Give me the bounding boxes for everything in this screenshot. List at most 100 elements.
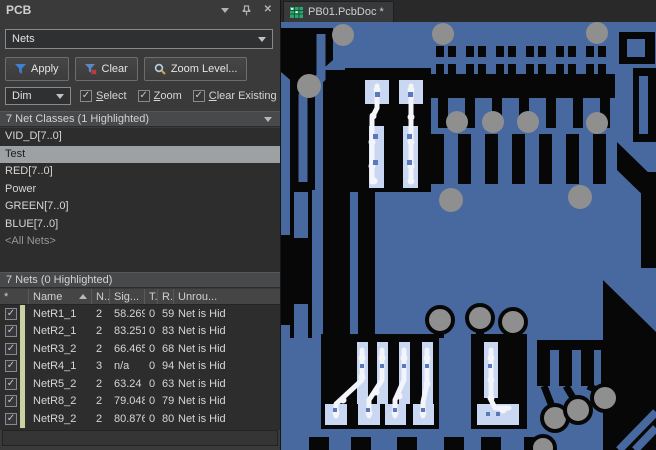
net-class-item-selected[interactable]: Test [0,145,280,163]
clear-button[interactable]: Clear [74,57,138,81]
net-t-value: 0 [149,360,156,373]
clear-existing-checkbox[interactable] [192,90,205,102]
net-class-item[interactable]: BLUE[7..0] [0,216,280,234]
net-color-stripe [20,392,25,410]
panel-title: PCB [6,3,32,17]
net-unrouted-status: Net is Hid [178,412,226,425]
net-signal-length: 66.465 [114,342,145,355]
net-signal-length: 63.24 [114,377,142,390]
column-header-nodes[interactable]: N.. [92,289,110,304]
net-nodes: 2 [96,377,103,390]
zoom-checkbox[interactable] [137,90,150,102]
net-name: NetR8_2 [33,395,77,408]
zoom-level-button[interactable]: Zoom Level... [143,57,248,81]
column-header-t[interactable]: T... [145,289,158,304]
panel-menu-icon[interactable] [220,7,229,13]
panel-view-select-value: Nets [12,33,35,45]
panel-toolbar: Apply Clear Zoom Level... [5,57,248,81]
table-row[interactable]: NetR2_1 2 83.251 0 83. Net is Hid [0,322,280,340]
altium-pcb-workspace: PCB ✕ Nets Apply Clear Zoom Level... Dim… [0,0,656,450]
pcb-canvas[interactable] [281,22,656,450]
column-header-unrouted[interactable]: Unrou... [174,289,280,304]
net-t-value: 0 [149,307,156,320]
net-routed-length: 59 [162,307,174,320]
apply-filter-icon [15,64,26,74]
net-routed-length: 63. [162,377,174,390]
column-header-signal[interactable]: Sig... [110,289,145,304]
net-routed-length: 80. [162,412,174,425]
net-name: NetR9_2 [33,412,77,425]
net-unrouted-status: Net is Hid [178,395,226,408]
column-header-star[interactable]: * [0,289,29,304]
column-header-name[interactable]: Name [29,289,92,304]
net-name: NetR4_1 [33,360,77,373]
options-row: Select Zoom Clear Existing [80,88,280,104]
net-t-value: 0 [149,342,156,355]
net-visible-checkbox[interactable] [5,377,17,390]
net-signal-length: n/a [114,360,130,373]
nets-table-body: NetR1_1 2 58.269 0 59 Net is Hid NetR2_1… [0,305,280,430]
net-visible-checkbox[interactable] [5,342,17,355]
pin-icon[interactable] [242,4,251,16]
net-nodes: 3 [96,360,103,373]
apply-button[interactable]: Apply [5,57,69,81]
chevron-down-icon [264,116,272,122]
net-unrouted-status: Net is Hid [178,307,226,320]
net-visible-checkbox[interactable] [5,360,17,373]
net-visible-checkbox[interactable] [5,395,17,408]
zoom-checkbox-label: Zoom [153,90,182,102]
net-name: NetR1_1 [33,307,77,320]
net-color-stripe [20,305,25,323]
dim-mode-value: Dim [12,90,32,102]
nets-table-header: * Name N.. Sig... T... R... Unrou... [0,289,280,305]
document-tab[interactable]: PB01.PcbDoc * [283,1,394,22]
close-icon[interactable]: ✕ [264,5,272,15]
net-signal-length: 83.251 [114,325,145,338]
select-checkbox-group: Select [80,90,127,102]
select-checkbox[interactable] [80,90,92,102]
net-nodes: 2 [96,342,103,355]
net-unrouted-status: Net is Hid [178,377,226,390]
pcb-panel: PCB ✕ Nets Apply Clear Zoom Level... Dim… [0,0,281,450]
net-signal-length: 79.048 [114,395,145,408]
net-class-item[interactable]: Power [0,181,280,199]
table-row[interactable]: NetR9_2 2 80.876 0 80. Net is Hid [0,410,280,428]
pcb-document-icon [290,6,303,18]
net-color-stripe [20,410,25,428]
net-visible-checkbox[interactable] [5,412,17,425]
document-tab-label: PB01.PcbDoc * [308,6,384,18]
chevron-down-icon [56,93,64,99]
net-class-item[interactable]: VID_D[7..0] [0,128,280,146]
net-class-item-all-nets[interactable]: <All Nets> [0,233,280,251]
net-t-value: 0 [149,377,156,390]
net-color-stripe [20,357,25,375]
table-row[interactable]: NetR3_2 2 66.465 0 68. Net is Hid [0,340,280,358]
table-row[interactable]: NetR4_1 3 n/a 0 94. Net is Hid [0,357,280,375]
table-row[interactable]: NetR1_1 2 58.269 0 59 Net is Hid [0,305,280,323]
net-unrouted-status: Net is Hid [178,325,226,338]
net-classes-section-header[interactable]: 7 Net Classes (1 Highlighted) [0,111,280,127]
net-t-value: 0 [149,412,156,425]
net-routed-length: 68. [162,342,174,355]
nets-section-header: 7 Nets (0 Highlighted) [0,272,280,288]
net-visible-checkbox[interactable] [5,325,17,338]
net-routed-length: 79. [162,395,174,408]
net-t-value: 0 [149,395,156,408]
chevron-down-icon [258,36,266,42]
net-visible-checkbox[interactable] [5,307,17,320]
document-tab-bar: PB01.PcbDoc * [281,0,656,22]
clear-existing-checkbox-group: Clear Existing [192,90,277,102]
panel-view-select[interactable]: Nets [5,29,273,49]
clear-filter-icon [84,63,97,75]
net-class-item[interactable]: GREEN[7..0] [0,198,280,216]
column-header-routed[interactable]: R... [158,289,174,304]
net-class-item[interactable]: RED[7..0] [0,163,280,181]
net-signal-length: 58.269 [114,307,145,320]
net-nodes: 2 [96,307,103,320]
clear-existing-checkbox-label: Clear Existing [208,90,277,102]
horizontal-scrollbar[interactable] [2,430,278,446]
table-row[interactable]: NetR8_2 2 79.048 0 79. Net is Hid [0,392,280,410]
table-row[interactable]: NetR5_2 2 63.24 0 63. Net is Hid [0,375,280,393]
pcb-editor-viewport[interactable] [281,22,656,450]
dim-mode-select[interactable]: Dim [5,87,71,105]
